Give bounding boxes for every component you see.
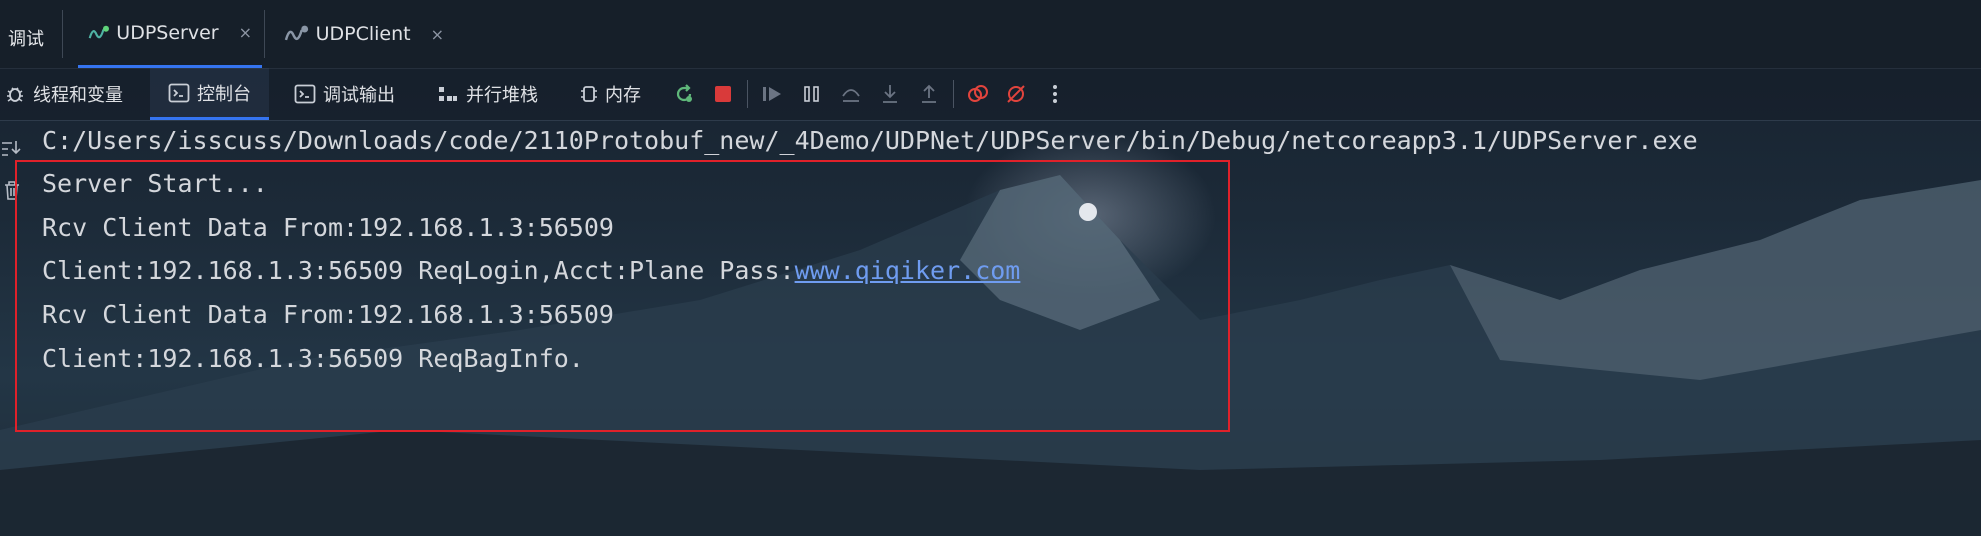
view-breakpoints-icon[interactable] (966, 82, 990, 106)
tab-divider (62, 10, 63, 58)
pause-icon[interactable] (800, 82, 824, 106)
highlight-annotation-box (15, 160, 1230, 432)
run-config-icon (88, 25, 109, 38)
tab-label: 调试输出 (323, 85, 395, 106)
memory-icon (581, 86, 597, 102)
parallel-stacks-tab[interactable]: 并行堆栈 (437, 68, 538, 120)
debug-panel-title: 调试 (8, 29, 44, 50)
console-tab[interactable]: 控制台 (150, 68, 269, 120)
console-path-line: C:/Users/isscuss/Downloads/code/2110Prot… (42, 126, 1698, 155)
toolbar-divider (953, 80, 954, 108)
tab-label: UDPServer (116, 21, 219, 44)
close-icon[interactable]: × (431, 25, 444, 44)
bug-icon (7, 87, 23, 102)
debug-tab-bar: 调试 UDPServer × UDPClient × (0, 0, 1981, 69)
tab-udpclient[interactable]: UDPClient × (274, 0, 454, 68)
debug-output-tab[interactable]: 调试输出 (294, 68, 395, 120)
rerun-icon[interactable] (672, 82, 696, 106)
console-icon (294, 84, 316, 104)
tab-label: 内存 (605, 85, 641, 106)
tab-divider (264, 10, 265, 58)
tab-label: UDPClient (315, 23, 411, 45)
soft-wrap-icon[interactable] (0, 138, 24, 162)
resume-icon[interactable] (760, 82, 784, 106)
stop-icon[interactable] (711, 82, 735, 106)
stacks-icon (439, 87, 457, 101)
toolbar-divider (747, 80, 748, 108)
step-out-icon[interactable] (917, 82, 941, 106)
step-into-icon[interactable] (878, 82, 902, 106)
tab-label: 线程和变量 (33, 85, 123, 106)
close-icon[interactable]: × (239, 23, 252, 42)
memory-tab[interactable]: 内存 (580, 68, 641, 120)
threads-variables-tab[interactable]: 线程和变量 (4, 68, 123, 120)
step-over-icon[interactable] (839, 82, 863, 106)
mute-breakpoints-icon[interactable] (1004, 82, 1028, 106)
tab-label: 并行堆栈 (466, 85, 538, 106)
tab-udpserver[interactable]: UDPServer × (78, 0, 262, 68)
console-icon (168, 83, 190, 102)
run-config-icon (284, 25, 309, 41)
tab-label: 控制台 (197, 83, 251, 105)
debug-toolbar: 线程和变量 控制台 调试输出 并行堆栈 内存 (0, 68, 1981, 121)
more-icon[interactable] (1043, 82, 1067, 106)
